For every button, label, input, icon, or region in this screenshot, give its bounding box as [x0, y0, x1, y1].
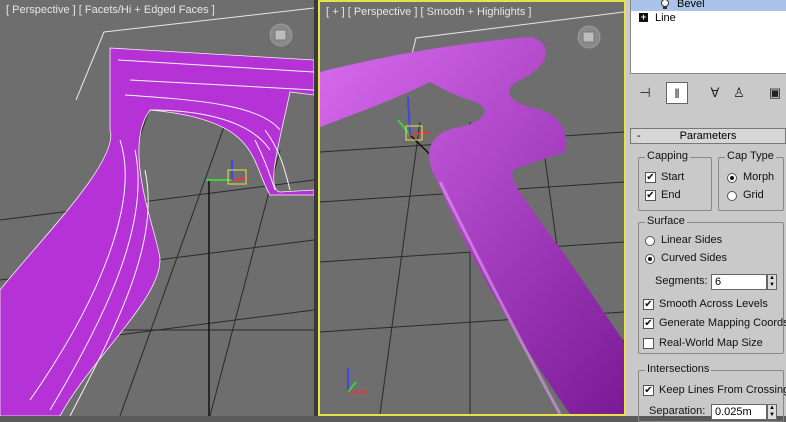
group-title: Intersections: [645, 363, 712, 375]
show-end-result-icon[interactable]: ‖: [666, 82, 688, 104]
make-unique-icon[interactable]: ∀: [704, 82, 726, 104]
checkbox-box[interactable]: ✔: [645, 190, 656, 201]
gizmo-left: [206, 160, 249, 185]
viewport-label[interactable]: [ Perspective ] [ Facets/Hi + Edged Face…: [6, 4, 215, 16]
stack-toolbar: ⊣ ‖ ∀ ♙ ▣: [630, 78, 786, 108]
radio-dot[interactable]: [645, 236, 655, 246]
group-title: Surface: [645, 215, 687, 227]
segments-field[interactable]: 6: [711, 274, 767, 290]
viewcube-icon[interactable]: [268, 22, 294, 48]
separation-field[interactable]: 0.025m: [711, 404, 767, 420]
radio-dot[interactable]: [727, 173, 737, 183]
checkbox-box[interactable]: ✔: [643, 299, 654, 310]
right-viewport-scene: [320, 11, 624, 414]
checkbox-label: Generate Mapping Coords.: [659, 317, 786, 329]
parameters-rollout-header[interactable]: - Parameters: [630, 128, 786, 144]
checkbox-box[interactable]: ✔: [645, 172, 656, 183]
radio-label: Linear Sides: [661, 234, 723, 246]
checkbox-box[interactable]: ✔: [643, 385, 654, 396]
viewport-right-perspective[interactable]: [ + ] [ Perspective ] [ Smooth + Highlig…: [318, 0, 626, 416]
radio-label: Grid: [743, 189, 764, 201]
capping-group: Capping ✔ Start ✔ End: [638, 150, 712, 211]
bevel-object-wireframe: [0, 47, 314, 416]
radio-label: Curved Sides: [661, 252, 728, 264]
configure-modifier-sets-icon[interactable]: ▣: [764, 82, 786, 104]
lightbulb-icon[interactable]: [659, 0, 671, 9]
checkbox-box[interactable]: [643, 338, 654, 349]
viewport-left-perspective[interactable]: [ Perspective ] [ Facets/Hi + Edged Face…: [0, 0, 314, 416]
cap-type-group: Cap Type Morph Grid: [718, 150, 784, 211]
surface-group: Surface Linear Sides Curved Sides Segmen…: [638, 215, 786, 354]
checkbox-label: Start: [661, 171, 685, 183]
bevel-object-shaded: [320, 37, 624, 414]
checkbox-label: End: [661, 189, 681, 201]
modifier-label: Bevel: [677, 0, 705, 10]
viewcube-icon[interactable]: [576, 24, 602, 50]
separation-spinner-icon[interactable]: ▲ ▼: [767, 404, 777, 420]
segments-label: Segments:: [655, 275, 708, 287]
checkbox-box[interactable]: ✔: [643, 318, 654, 329]
world-axis-tripod: [347, 368, 368, 393]
gizmo-right: [397, 96, 431, 141]
viewport-label[interactable]: [ + ] [ Perspective ] [ Smooth + Highlig…: [326, 6, 531, 18]
separation-label: Separation:: [649, 405, 706, 417]
modify-panel: Bevel + Line ⊣ ‖ ∀ ♙ ▣ - Parameters Capp…: [626, 0, 786, 422]
expand-icon[interactable]: +: [639, 13, 648, 22]
intersections-group: Intersections ✔ Keep Lines From Crossing…: [638, 363, 786, 422]
group-title: Cap Type: [725, 150, 776, 162]
group-title: Capping: [645, 150, 690, 162]
radio-dot[interactable]: [645, 254, 655, 264]
modifier-stack[interactable]: Bevel + Line: [630, 0, 786, 74]
left-viewport-scene: [0, 7, 314, 416]
radio-label: Morph: [743, 171, 775, 183]
checkbox-label: Smooth Across Levels: [659, 298, 768, 310]
modifier-item-bevel[interactable]: Bevel: [631, 0, 786, 11]
checkbox-label: Real-World Map Size: [659, 337, 763, 349]
checkbox-label: Keep Lines From Crossing: [659, 384, 786, 396]
modifier-item-line[interactable]: + Line: [631, 11, 786, 25]
radio-dot[interactable]: [727, 191, 737, 201]
segments-spinner-icon[interactable]: ▲ ▼: [767, 274, 777, 290]
rollout-title: Parameters: [679, 130, 737, 142]
modifier-label: Line: [655, 12, 676, 24]
remove-modifier-icon[interactable]: ♙: [728, 82, 750, 104]
pin-stack-icon[interactable]: ⊣: [634, 82, 656, 104]
